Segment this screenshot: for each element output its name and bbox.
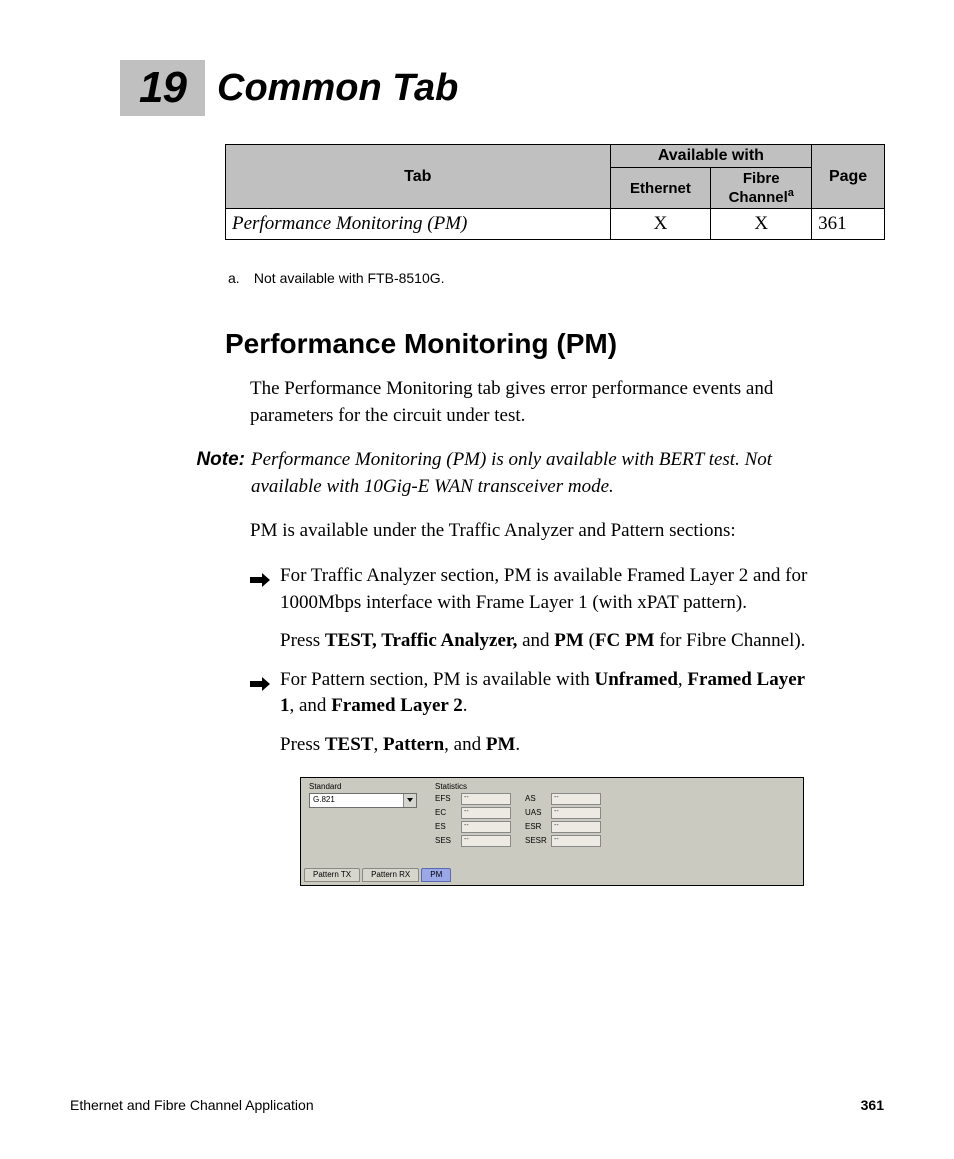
standard-value: G.821 (310, 794, 403, 807)
note-block: Note: Performance Monitoring (PM) is onl… (180, 447, 814, 500)
screenshot-tabs: Pattern TX Pattern RX PM (304, 868, 451, 882)
th-fibre-channel: Fibre Channela (711, 168, 812, 209)
stat-row: ES-- (435, 821, 511, 833)
statistics-panel: Statistics EFS-- EC-- ES-- SES-- AS-- UA… (433, 780, 801, 849)
bold-txt: TEST (325, 734, 374, 755)
stat-value: -- (461, 835, 511, 847)
statistics-grid: EFS-- EC-- ES-- SES-- AS-- UAS-- ESR-- S… (435, 793, 797, 849)
th-ethernet: Ethernet (610, 168, 711, 209)
bullet-list: For Traffic Analyzer section, PM is avai… (250, 563, 814, 759)
stat-value: -- (551, 807, 601, 819)
txt: and (517, 630, 554, 651)
bullet-2-main: For Pattern section, PM is available wit… (280, 669, 805, 717)
standard-label: Standard (309, 782, 429, 791)
arrow-icon (250, 569, 270, 583)
stat-name: AS (525, 794, 551, 803)
list-item: For Traffic Analyzer section, PM is avai… (250, 563, 814, 655)
chapter-heading: 19 Common Tab (120, 60, 884, 116)
stat-name: EC (435, 808, 461, 817)
stat-row: ESR-- (525, 821, 601, 833)
pm-screenshot: Standard G.821 Statistics EFS-- EC-- ES-… (300, 777, 804, 886)
list-item: For Pattern section, PM is available wit… (250, 667, 814, 759)
footnote-label: a. (228, 270, 250, 286)
standard-select[interactable]: G.821 (309, 793, 417, 808)
page: 19 Common Tab Tab Available with Page Et… (0, 0, 954, 1159)
th-fibre-channel-footnote: a (788, 187, 794, 199)
tab-pm[interactable]: PM (421, 868, 451, 882)
bold-txt: TEST, Traffic Analyzer, (325, 630, 517, 651)
bold-txt: PM (486, 734, 516, 755)
txt: , and (290, 695, 332, 716)
txt: Press (280, 630, 325, 651)
bullet-1-press: Press TEST, Traffic Analyzer, and PM (FC… (280, 628, 814, 655)
footnote-text: Not available with FTB-8510G. (254, 270, 445, 286)
cell-ethernet: X (610, 209, 711, 240)
stat-row: SES-- (435, 835, 511, 847)
tab-pattern-tx[interactable]: Pattern TX (304, 868, 360, 882)
th-available-with: Available with (610, 145, 812, 168)
stat-row: EFS-- (435, 793, 511, 805)
stat-name: ESR (525, 822, 551, 831)
cell-tab: Performance Monitoring (PM) (226, 209, 611, 240)
txt: . (463, 695, 468, 716)
stat-row: SESR-- (525, 835, 601, 847)
bold-txt: PM (554, 630, 584, 651)
stat-name: ES (435, 822, 461, 831)
txt: , and (444, 734, 486, 755)
stat-name: EFS (435, 794, 461, 803)
txt: ( (584, 630, 595, 651)
bold-txt: Pattern (383, 734, 444, 755)
arrow-icon (250, 673, 270, 687)
bullet-1-main: For Traffic Analyzer section, PM is avai… (280, 565, 807, 613)
txt: , (678, 669, 688, 690)
stat-value: -- (461, 793, 511, 805)
intro-paragraph: The Performance Monitoring tab gives err… (250, 376, 814, 429)
th-tab: Tab (226, 145, 611, 209)
section-heading: Performance Monitoring (PM) (225, 328, 884, 360)
stat-row: UAS-- (525, 807, 601, 819)
stat-row: AS-- (525, 793, 601, 805)
table-footnote: a. Not available with FTB-8510G. (228, 270, 884, 286)
th-page: Page (812, 145, 885, 209)
chapter-number: 19 (120, 60, 205, 116)
stat-name: SESR (525, 836, 551, 845)
availability-line: PM is available under the Traffic Analyz… (250, 518, 814, 545)
table-row: Performance Monitoring (PM) X X 361 (226, 209, 885, 240)
chevron-down-icon[interactable] (403, 794, 416, 807)
bold-txt: Framed Layer 2 (331, 695, 463, 716)
statistics-label: Statistics (435, 782, 797, 791)
txt: . (515, 734, 520, 755)
stat-name: SES (435, 836, 461, 845)
bold-txt: FC PM (595, 630, 655, 651)
note-label: Note: (180, 447, 251, 500)
cell-fibre-channel: X (711, 209, 812, 240)
txt: Press (280, 734, 325, 755)
txt: , (373, 734, 383, 755)
stat-value: -- (551, 793, 601, 805)
bold-txt: Unframed (595, 669, 678, 690)
stat-name: UAS (525, 808, 551, 817)
stats-col-left: EFS-- EC-- ES-- SES-- (435, 793, 511, 849)
cell-page: 361 (812, 209, 885, 240)
stat-value: -- (551, 821, 601, 833)
stats-col-right: AS-- UAS-- ESR-- SESR-- (525, 793, 601, 849)
availability-table: Tab Available with Page Ethernet Fibre C… (225, 144, 885, 240)
th-fibre-channel-label: Fibre Channel (729, 170, 788, 206)
tab-pattern-rx[interactable]: Pattern RX (362, 868, 419, 882)
txt: For Pattern section, PM is available wit… (280, 669, 595, 690)
stat-row: EC-- (435, 807, 511, 819)
page-footer: Ethernet and Fibre Channel Application 3… (70, 1097, 884, 1113)
note-body: Performance Monitoring (PM) is only avai… (251, 447, 814, 500)
standard-panel: Standard G.821 (303, 780, 433, 849)
stat-value: -- (461, 807, 511, 819)
txt: for Fibre Channel). (655, 630, 806, 651)
stat-value: -- (551, 835, 601, 847)
chapter-title: Common Tab (217, 67, 458, 110)
bullet-2-press: Press TEST, Pattern, and PM. (280, 732, 814, 759)
stat-value: -- (461, 821, 511, 833)
footer-left: Ethernet and Fibre Channel Application (70, 1097, 314, 1113)
footer-page-number: 361 (861, 1097, 884, 1113)
